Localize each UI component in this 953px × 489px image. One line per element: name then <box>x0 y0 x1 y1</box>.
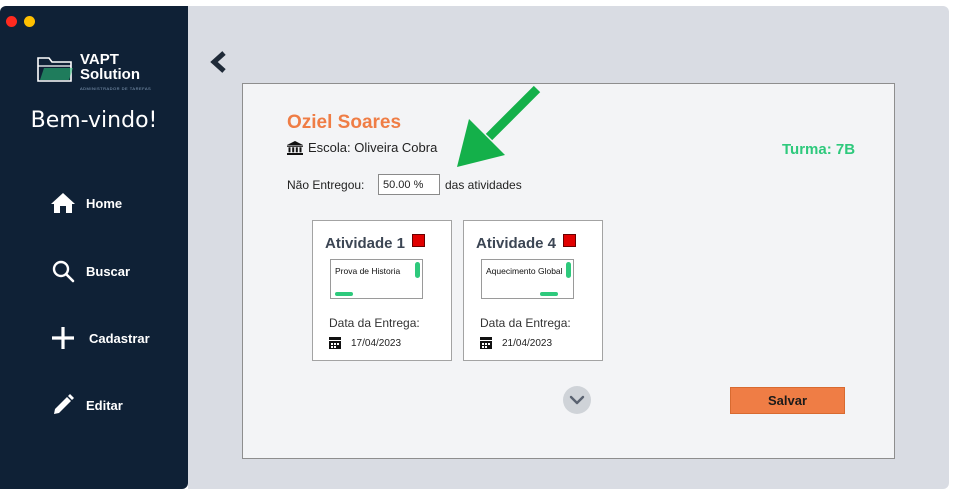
status-indicator <box>412 234 425 247</box>
save-button[interactable]: Salvar <box>730 387 845 414</box>
sidebar: VAPT Solution ADMINISTRADOR DE TAREFAS B… <box>0 6 188 489</box>
folder-icon <box>37 57 73 82</box>
school-name: Escola: Oliveira Cobra <box>308 140 438 155</box>
welcome-text: Bem-vindo! <box>30 108 158 133</box>
logo-subtitle: ADMINISTRADOR DE TAREFAS <box>80 86 152 91</box>
activity-card[interactable]: Atividade 4 Aquecimento Global Data da E… <box>463 220 603 361</box>
app-logo: VAPT Solution ADMINISTRADOR DE TAREFAS <box>36 50 186 94</box>
due-date-row: 21/04/2023 <box>480 337 552 349</box>
vertical-scrollbar[interactable] <box>566 262 571 278</box>
sidebar-item-label: Home <box>86 195 123 211</box>
school-line: Escola: Oliveira Cobra <box>287 140 437 155</box>
expand-more-button[interactable] <box>563 386 591 414</box>
das-atividades-label: das atividades <box>445 178 522 192</box>
activity-description-box[interactable]: Aquecimento Global <box>481 259 574 299</box>
chevron-down-icon <box>569 395 585 405</box>
logo-text: VAPT Solution <box>80 52 140 82</box>
chevron-left-icon <box>210 51 226 73</box>
nao-entregou-field[interactable] <box>378 174 440 195</box>
logo-line2: Solution <box>80 66 140 83</box>
sidebar-item-editar[interactable]: Editar <box>46 390 123 420</box>
activity-title: Atividade 1 <box>325 235 406 252</box>
activity-description-box[interactable]: Prova de Historia <box>330 259 423 299</box>
sidebar-item-buscar[interactable]: Buscar <box>46 256 130 286</box>
minimize-window-button[interactable] <box>24 16 35 27</box>
plus-icon <box>46 324 80 352</box>
pencil-icon <box>46 391 80 419</box>
vertical-scrollbar[interactable] <box>415 262 420 278</box>
sidebar-item-label: Editar <box>86 397 123 413</box>
horizontal-scrollbar[interactable] <box>335 292 353 296</box>
due-date-label: Data da Entrega: <box>329 316 420 330</box>
annotation-arrow-icon <box>457 85 541 167</box>
sidebar-item-label: Buscar <box>86 263 131 279</box>
activity-title: Atividade 4 <box>476 235 557 252</box>
calendar-icon <box>480 337 492 349</box>
nao-entregou-label: Não Entregou: <box>287 178 365 192</box>
status-indicator <box>563 234 576 247</box>
due-date: 17/04/2023 <box>351 337 402 349</box>
close-window-button[interactable] <box>6 16 17 27</box>
calendar-icon <box>329 337 341 349</box>
student-name: Oziel Soares <box>287 112 402 133</box>
logo-line1: VAPT <box>80 51 119 68</box>
activity-description: Prova de Historia <box>335 266 401 276</box>
due-date-row: 17/04/2023 <box>329 337 401 349</box>
sidebar-item-home[interactable]: Home <box>46 188 122 218</box>
horizontal-scrollbar[interactable] <box>540 292 558 296</box>
school-building-icon <box>287 140 303 155</box>
home-icon <box>46 189 80 217</box>
activity-description: Aquecimento Global <box>486 266 563 276</box>
due-date: 21/04/2023 <box>502 337 553 349</box>
back-button[interactable] <box>208 50 232 74</box>
turma-label: Turma: 7B <box>782 141 856 158</box>
sidebar-item-cadastrar[interactable]: Cadastrar <box>46 323 150 353</box>
sidebar-item-label: Cadastrar <box>89 330 150 346</box>
due-date-label: Data da Entrega: <box>480 316 571 330</box>
activity-card[interactable]: Atividade 1 Prova de Historia Data da En… <box>312 220 452 361</box>
search-icon <box>46 257 80 285</box>
